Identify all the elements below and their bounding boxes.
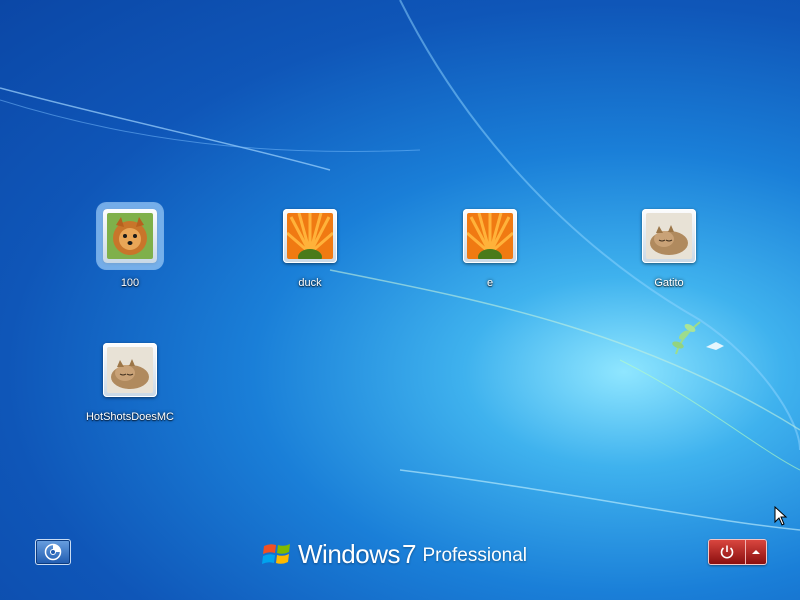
shutdown-button[interactable] (709, 540, 746, 564)
orange-flower-picture (467, 213, 513, 259)
user-tile-gatito[interactable]: Gatito (624, 209, 714, 289)
power-icon (720, 545, 734, 559)
sleeping-kitten-picture (646, 213, 692, 259)
pomeranian-dog-picture (107, 213, 153, 259)
user-picture-frame (283, 209, 337, 263)
user-picture (467, 213, 513, 259)
user-name-label: duck (298, 277, 322, 289)
user-picture-frame (103, 209, 157, 263)
arrow-up-icon (752, 550, 760, 554)
ease-of-access-icon (44, 543, 62, 561)
windows-branding: Windows 7 Professional (262, 536, 527, 572)
user-picture-frame (642, 209, 696, 263)
sleeping-kitten-picture (107, 347, 153, 393)
user-picture (287, 213, 333, 259)
user-picture-frame (463, 209, 517, 263)
brand-wordmark: Windows (298, 538, 400, 569)
user-tile-hotshotsdoesmc[interactable]: HotShotsDoesMC (85, 343, 175, 423)
ease-of-access-button[interactable] (35, 539, 71, 565)
user-picture (107, 347, 153, 393)
windows-logo-icon (262, 544, 290, 564)
user-picture (646, 213, 692, 259)
brand-edition: Professional (422, 545, 528, 566)
user-name-label: HotShotsDoesMC (85, 411, 175, 423)
brand-version: 7 (401, 538, 417, 569)
user-name-label: Gatito (654, 277, 684, 289)
shutdown-options-button[interactable] (746, 540, 766, 564)
leaf-bird-decoration (672, 321, 724, 355)
mouse-cursor-icon (774, 506, 788, 526)
user-picture (107, 213, 153, 259)
user-tile-100[interactable]: 100 (85, 209, 175, 289)
orange-flower-picture (287, 213, 333, 259)
user-picture-frame (103, 343, 157, 397)
user-name-label: 100 (120, 277, 140, 289)
shutdown-control (708, 539, 767, 565)
user-tile-duck[interactable]: duck (265, 209, 355, 289)
user-tile-e[interactable]: e (445, 209, 535, 289)
user-name-label: e (486, 277, 494, 289)
wallpaper (0, 0, 800, 531)
